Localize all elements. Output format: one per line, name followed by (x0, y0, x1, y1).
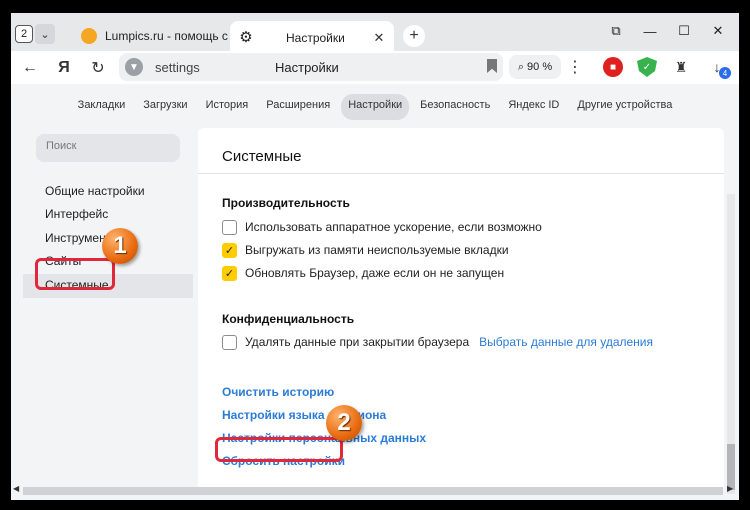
nav-other-devices[interactable]: Другие устройства (570, 94, 679, 120)
address-bar[interactable]: ▼ settings Настройки (119, 53, 503, 81)
zoom-button[interactable]: ⌕ 90 % (509, 55, 561, 79)
choose-data-link[interactable]: Выбрать данные для удаления (479, 335, 653, 349)
downloads-badge: 4 (719, 67, 731, 79)
zoom-level: 90 % (527, 61, 553, 73)
horizontal-scrollbar[interactable] (23, 487, 723, 495)
option-label: Использовать аппаратное ускорение, если … (245, 220, 542, 234)
address-page-title: Настройки (275, 59, 339, 75)
adblock-extension-icon[interactable]: ■ (603, 57, 623, 77)
checkbox-hardware-acceleration[interactable] (222, 219, 237, 235)
performance-heading: Производительность (222, 196, 350, 210)
nav-security[interactable]: Безопасность (413, 94, 497, 120)
window-controls: ⧉ — ☐ ✕ (599, 19, 735, 43)
clear-history-link[interactable]: Очистить историю (222, 385, 334, 399)
option-label: Обновлять Браузер, даже если он не запущ… (245, 266, 505, 280)
option-unload-tabs[interactable]: ✓ Выгружать из памяти неиспользуемые вкл… (222, 241, 509, 259)
step-marker-1: 1 (102, 228, 138, 264)
scroll-right-icon[interactable]: ▶ (727, 484, 733, 493)
highlight-reset-link (215, 437, 343, 462)
checkbox-unload-tabs[interactable]: ✓ (222, 242, 237, 258)
tab-title: Lumpics.ru - помощь с ко (105, 29, 233, 43)
downloads-icon[interactable]: ↓ 4 (707, 57, 731, 79)
maximize-button[interactable]: ☐ (667, 19, 701, 43)
nav-bookmarks[interactable]: Закладки (71, 94, 133, 120)
option-clear-on-exit[interactable]: Удалять данные при закрытии браузера Выб… (222, 333, 653, 351)
step-marker-2: 2 (326, 405, 362, 441)
nav-extensions[interactable]: Расширения (259, 94, 337, 120)
tab-title: Настройки (286, 31, 345, 45)
lumpics-favicon-icon (81, 28, 97, 44)
pin-window-icon[interactable]: ⧉ (599, 19, 633, 43)
sidebar-item-interface[interactable]: Интерфейс (23, 203, 193, 227)
option-label: Удалять данные при закрытии браузера (245, 335, 470, 349)
sidebar-item-general[interactable]: Общие настройки (23, 180, 193, 204)
collections-icon[interactable]: ♜ (671, 57, 691, 77)
nav-yandex-id[interactable]: Яндекс ID (501, 94, 566, 120)
option-label: Выгружать из памяти неиспользуемые вклад… (245, 243, 509, 257)
checkbox-update-browser[interactable]: ✓ (222, 265, 237, 281)
tab-settings[interactable]: ⚙ Настройки ✕ (230, 21, 394, 55)
search-input[interactable]: Поиск (36, 134, 180, 162)
nav-history[interactable]: История (199, 94, 256, 120)
minimize-button[interactable]: — (633, 19, 667, 43)
highlight-system-item (35, 258, 115, 290)
privacy-heading: Конфиденциальность (222, 312, 355, 326)
reload-icon[interactable]: ↻ (85, 56, 111, 80)
more-options-icon[interactable]: ⋮ (567, 57, 583, 77)
site-info-icon[interactable]: ▼ (125, 58, 143, 76)
back-arrow-icon[interactable]: ← (17, 56, 43, 80)
option-update-browser[interactable]: ✓ Обновлять Браузер, даже если он не зап… (222, 264, 504, 282)
scroll-left-icon[interactable]: ◀ (13, 484, 19, 493)
tab-strip: 2 ⌄ Lumpics.ru - помощь с ко ⚙ Настройки… (11, 13, 739, 55)
gear-icon: ⚙ (239, 29, 253, 46)
page-title: Системные (222, 148, 302, 165)
close-window-button[interactable]: ✕ (701, 19, 735, 43)
tab-counter[interactable]: 2 ⌄ (15, 23, 61, 45)
option-hardware-acceleration[interactable]: Использовать аппаратное ускорение, если … (222, 218, 542, 236)
address-url: settings (155, 59, 200, 75)
settings-top-nav: Закладки Загрузки История Расширения Нас… (11, 94, 739, 120)
nav-downloads[interactable]: Загрузки (136, 94, 194, 120)
settings-page: Закладки Загрузки История Расширения Нас… (11, 84, 739, 500)
tab-count-badge: 2 (15, 25, 33, 43)
magnifier-icon: ⌕ (517, 60, 525, 73)
new-tab-button[interactable]: + (403, 25, 425, 47)
shield-extension-icon[interactable]: ✓ (637, 57, 657, 77)
chevron-down-icon[interactable]: ⌄ (35, 24, 55, 44)
settings-sidebar: Поиск Общие настройки Интерфейс Инструме… (23, 130, 193, 470)
tab-lumpics[interactable]: Lumpics.ru - помощь с ко (73, 21, 233, 51)
address-toolbar: ← Я ↻ ▼ settings Настройки ⌕ 90 % ⋮ ■ ✓ … (11, 51, 739, 84)
tab-close-icon[interactable]: ✕ (370, 30, 388, 46)
panel-header: Системные (198, 128, 724, 174)
bookmark-icon[interactable] (487, 59, 497, 73)
nav-settings[interactable]: Настройки (341, 94, 410, 120)
checkbox-clear-on-exit[interactable] (222, 334, 237, 350)
yandex-logo-icon[interactable]: Я (51, 56, 77, 80)
vertical-scrollbar[interactable] (727, 194, 735, 494)
